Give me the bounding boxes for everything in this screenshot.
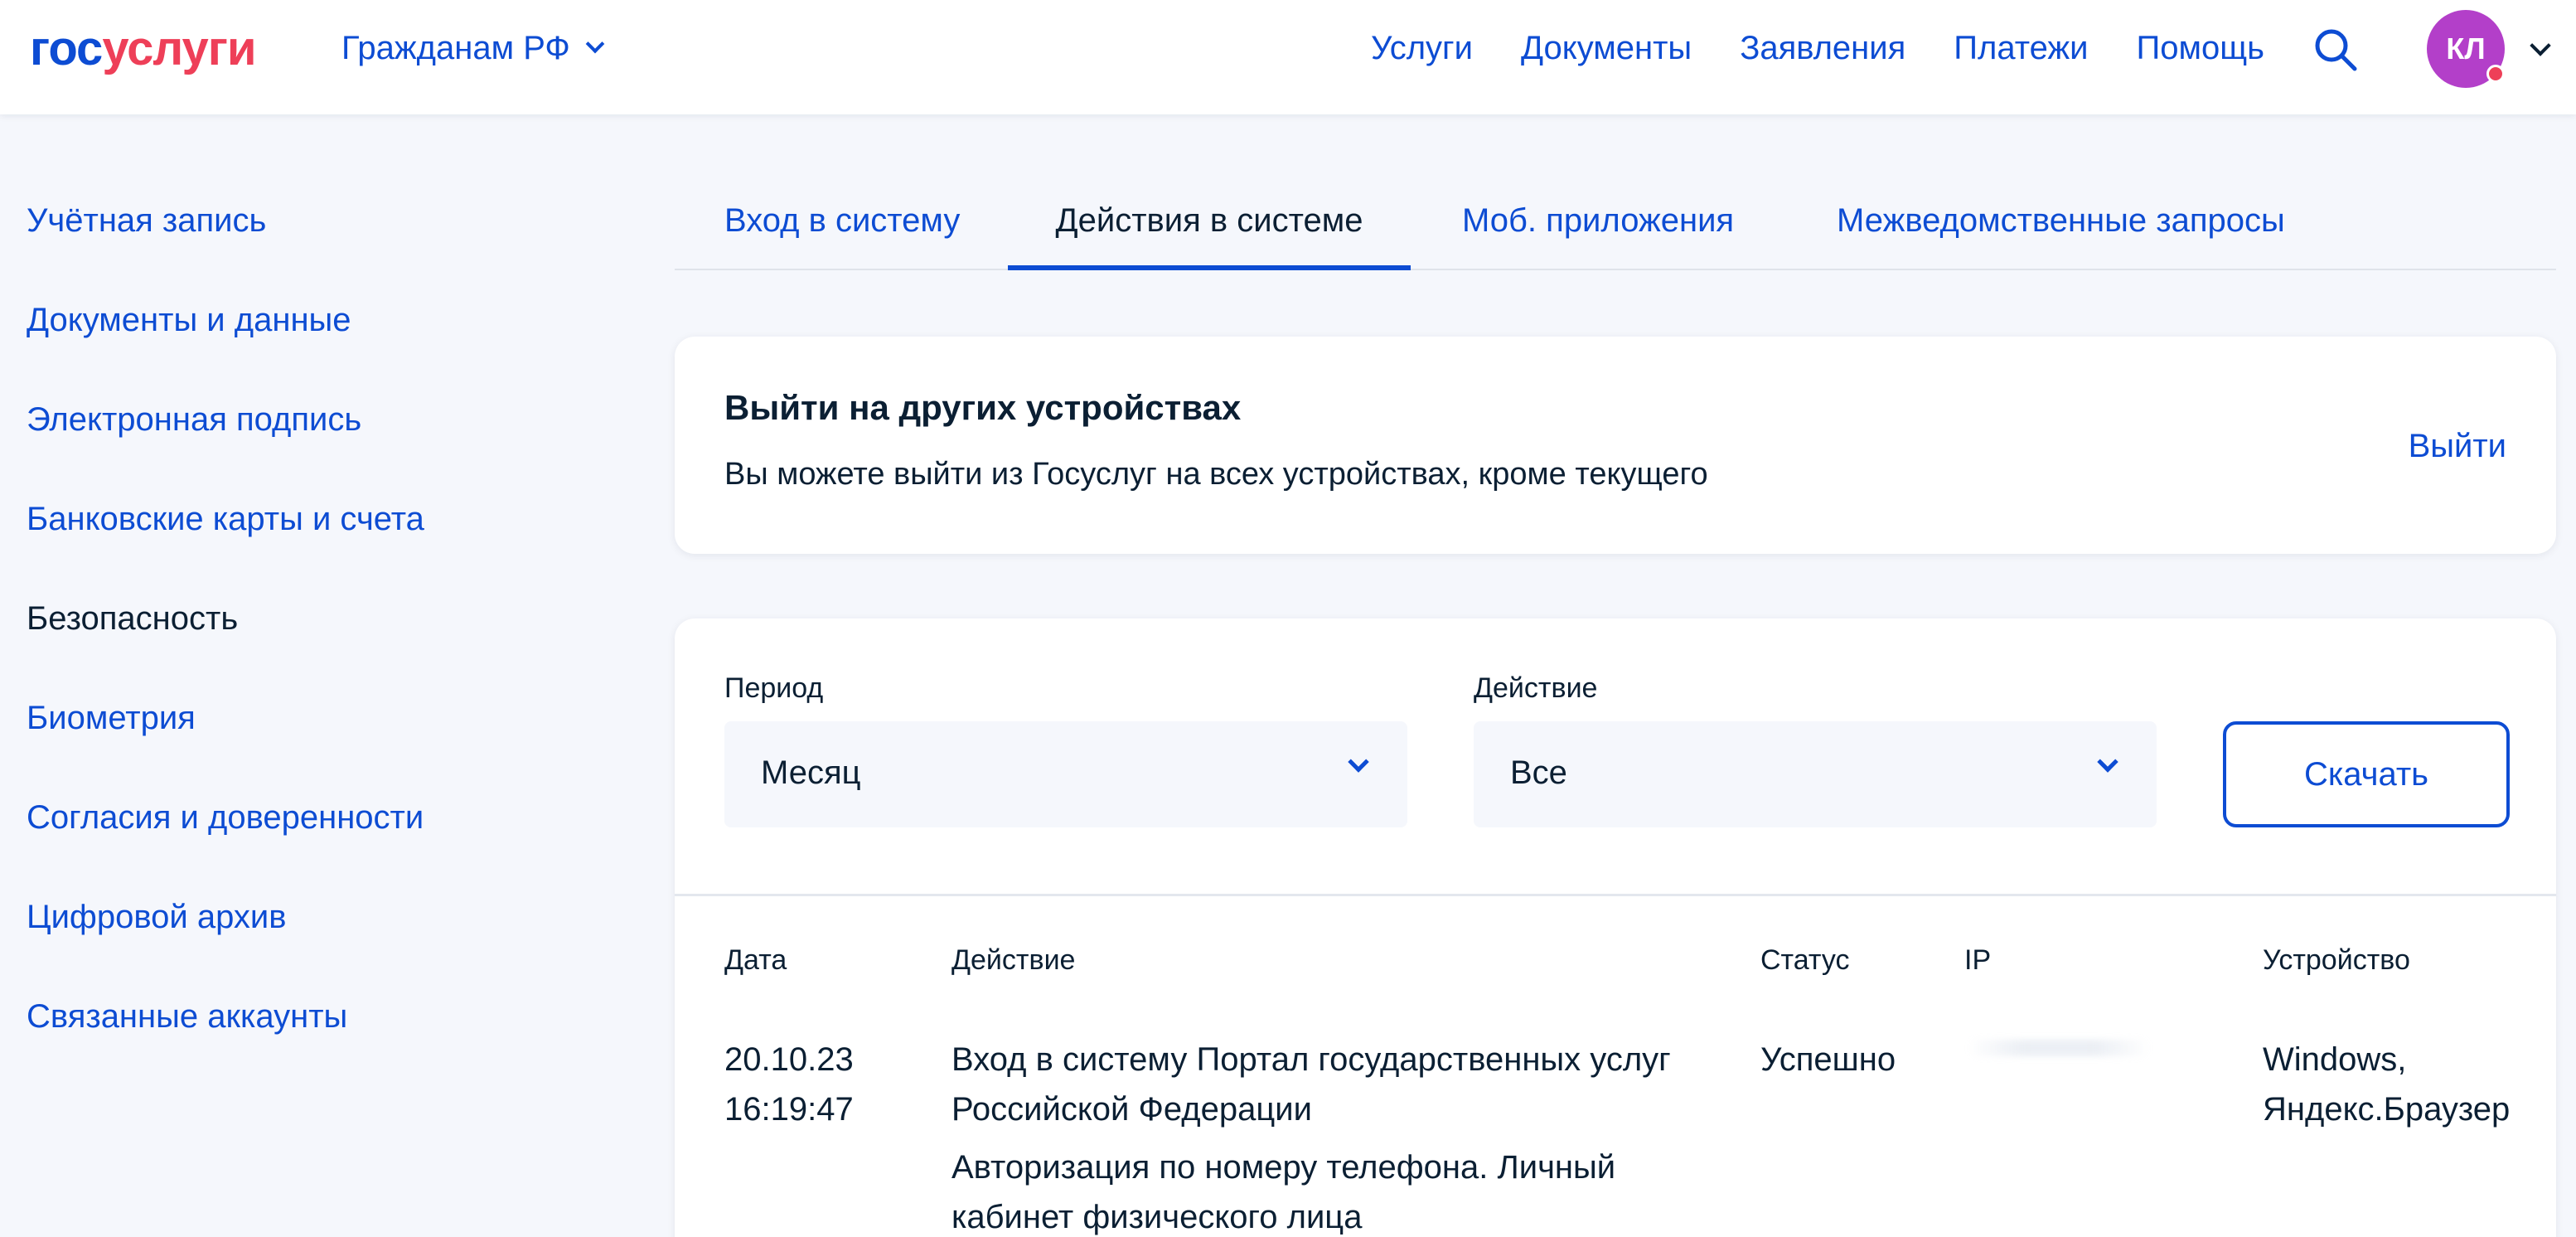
row-device-line1: Windows,	[2263, 1041, 2407, 1078]
sidebar-item-documents[interactable]: Документы и данные	[27, 295, 623, 395]
sidebar-item-consents[interactable]: Согласия и доверенности	[27, 793, 623, 892]
chevron-down-icon	[1348, 751, 1369, 773]
period-select[interactable]: Месяц	[724, 721, 1407, 827]
chevron-down-icon	[585, 34, 605, 54]
column-header-action: Действие	[951, 944, 1076, 976]
profile-menu-chevron-icon[interactable]	[2530, 35, 2551, 56]
nav-payments[interactable]: Платежи	[1954, 30, 2088, 67]
sidebar-item-account[interactable]: Учётная запись	[27, 196, 623, 295]
audience-label: Гражданам РФ	[341, 29, 570, 66]
tab-mobile-apps[interactable]: Моб. приложения	[1462, 196, 1734, 270]
gosuslugi-logo[interactable]: госуслуги	[30, 22, 257, 76]
actions-log-card: Период Месяц Действие Все Скачать Дата Д…	[675, 618, 2556, 1237]
action-filter-label: Действие	[1474, 672, 1598, 704]
sidebar-item-bank-cards[interactable]: Банковские карты и счета	[27, 494, 623, 594]
period-label: Период	[724, 672, 824, 704]
action-filter-value: Все	[1510, 754, 1567, 791]
logo-part-gos: гос	[30, 22, 103, 75]
row-status: Успешно	[1760, 1041, 1896, 1078]
sidebar-item-linked-accounts[interactable]: Связанные аккаунты	[27, 992, 623, 1091]
profile-sidebar: Учётная запись Документы и данные Электр…	[27, 196, 623, 1091]
row-device-line2: Яндекс.Браузер	[2263, 1091, 2511, 1128]
card-description: Вы можете выйти из Госуслуг на всех устр…	[724, 457, 1708, 492]
top-navigation: Услуги Документы Заявления Платежи Помощ…	[1371, 27, 2264, 70]
logout-link[interactable]: Выйти	[2409, 423, 2506, 469]
column-header-ip: IP	[1964, 944, 1992, 976]
card-title: Выйти на других устройствах	[724, 388, 1242, 427]
row-action-title-line1: Вход в систему Портал государственных ус…	[951, 1041, 1671, 1078]
filters-divider	[675, 894, 2556, 896]
sidebar-item-security[interactable]: Безопасность	[27, 594, 623, 693]
tab-interagency-requests[interactable]: Межведомственные запросы	[1837, 196, 2285, 270]
row-action-detail-line2: кабинет физического лица	[951, 1199, 1363, 1235]
row-action-title-line2: Российской Федерации	[951, 1091, 1312, 1128]
row-date: 20.10.23	[724, 1041, 854, 1078]
audience-selector[interactable]: Гражданам РФ	[341, 27, 605, 70]
tab-login[interactable]: Вход в систему	[724, 196, 960, 270]
download-button[interactable]: Скачать	[2223, 721, 2510, 827]
row-ip-redacted	[1968, 1040, 2150, 1056]
chevron-down-icon	[2097, 751, 2118, 773]
logout-other-devices-card: Выйти на других устройствах Вы можете вы…	[675, 337, 2556, 554]
tab-system-actions[interactable]: Действия в системе	[1008, 196, 1411, 270]
nav-services[interactable]: Услуги	[1371, 30, 1473, 67]
row-time: 16:19:47	[724, 1091, 854, 1128]
nav-applications[interactable]: Заявления	[1740, 30, 1905, 67]
search-icon[interactable]	[2312, 27, 2359, 73]
column-header-status: Статус	[1760, 944, 1850, 976]
nav-documents[interactable]: Документы	[1521, 30, 1692, 67]
action-filter-select[interactable]: Все	[1474, 721, 2157, 827]
row-action-detail-line1: Авторизация по номеру телефона. Личный	[951, 1149, 1616, 1186]
period-value: Месяц	[761, 754, 861, 791]
logo-part-uslugi: услуги	[102, 22, 256, 75]
nav-help[interactable]: Помощь	[2137, 30, 2265, 67]
sidebar-item-e-signature[interactable]: Электронная подпись	[27, 395, 623, 494]
avatar-initials: КЛ	[2446, 32, 2486, 65]
user-avatar[interactable]: КЛ	[2427, 10, 2505, 88]
notification-dot	[2486, 65, 2505, 83]
column-header-date: Дата	[724, 944, 787, 976]
sidebar-item-biometrics[interactable]: Биометрия	[27, 693, 623, 793]
security-tabs: Вход в систему Действия в системе Моб. п…	[675, 196, 2556, 270]
sidebar-item-digital-archive[interactable]: Цифровой архив	[27, 892, 623, 992]
column-header-device: Устройство	[2263, 944, 2410, 976]
top-header: госуслуги Гражданам РФ Услуги Документы …	[0, 0, 2576, 114]
